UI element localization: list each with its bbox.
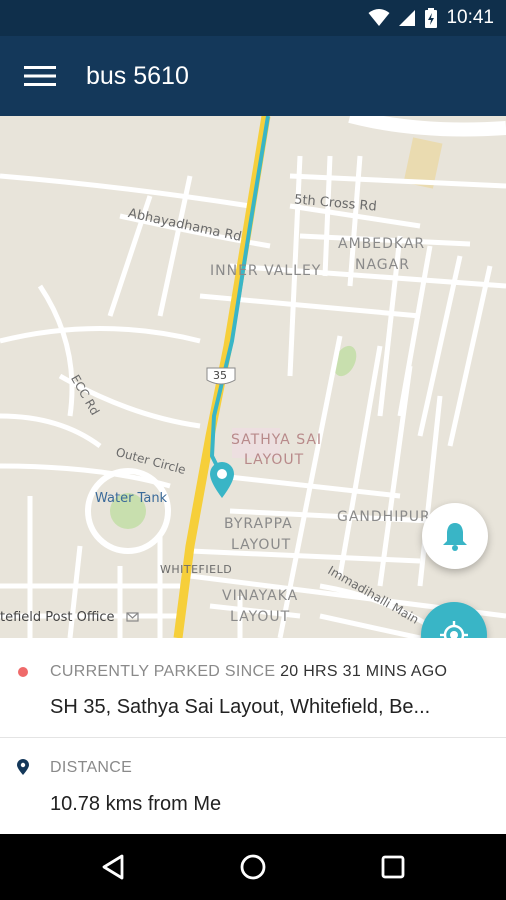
bell-icon (443, 523, 467, 551)
map-label-layout-3: LAYOUT (230, 609, 291, 625)
map-label-byrappa: BYRAPPA (224, 516, 293, 532)
battery-icon (425, 8, 438, 28)
parked-status-dot (18, 667, 28, 677)
parked-label: CURRENTLY PARKED SINCE 20 HRS 31 MINS AG… (50, 663, 447, 681)
map-label-shield: 35 (213, 369, 227, 382)
map-label-layout-1: LAYOUT (244, 452, 305, 468)
map-label-ambedkar: AMBEDKAR (338, 236, 426, 252)
map-label-layout-2: LAYOUT (231, 537, 292, 553)
distance-row: DISTANCE 10.78 kms from Me (0, 738, 506, 834)
app-title: bus 5610 (86, 62, 189, 90)
bus-location-marker[interactable] (208, 460, 236, 498)
bus-info-panel: CURRENTLY PARKED SINCE 20 HRS 31 MINS AG… (0, 638, 506, 834)
map-view[interactable]: 5th Cross Rd Abhayadhama Rd INNER VALLEY… (0, 116, 506, 638)
map-label-nagar: NAGAR (355, 257, 410, 273)
back-button[interactable] (73, 834, 153, 900)
wifi-icon (368, 9, 390, 26)
parked-row: CURRENTLY PARKED SINCE 20 HRS 31 MINS AG… (0, 638, 506, 738)
hamburger-menu-icon (24, 66, 56, 86)
parked-duration: 20 HRS 31 MINS AGO (280, 663, 448, 680)
map-label-water-tank: Water Tank (95, 491, 168, 506)
back-icon (102, 854, 124, 880)
signal-icon (399, 10, 416, 26)
distance-label: DISTANCE (50, 759, 133, 776)
status-time: 10:41 (446, 7, 494, 28)
map-label-post-office: tefield Post Office (0, 610, 115, 625)
recent-apps-button[interactable] (353, 834, 433, 900)
menu-button[interactable] (16, 56, 64, 96)
map-label-sathya-sai: SATHYA SAI (231, 432, 323, 448)
location-pin-icon (17, 759, 29, 775)
distance-value: 10.78 kms from Me (50, 793, 222, 815)
system-nav-bar (0, 834, 506, 900)
map-label-vinayaka: VINAYAKA (222, 588, 299, 604)
parked-since-label: CURRENTLY PARKED SINCE (50, 663, 276, 680)
app-bar: bus 5610 (0, 36, 506, 116)
home-icon (240, 854, 266, 880)
map-label-whitefield: WHITEFIELD (160, 563, 233, 576)
status-icons: 10:41 (368, 0, 494, 36)
map-label-inner-valley: INNER VALLEY (210, 263, 322, 279)
recent-apps-icon (381, 855, 405, 879)
status-bar: 10:41 (0, 0, 506, 36)
home-button[interactable] (213, 834, 293, 900)
alert-bell-button[interactable] (422, 503, 488, 569)
parked-address: SH 35, Sathya Sai Layout, Whitefield, Be… (50, 696, 431, 718)
